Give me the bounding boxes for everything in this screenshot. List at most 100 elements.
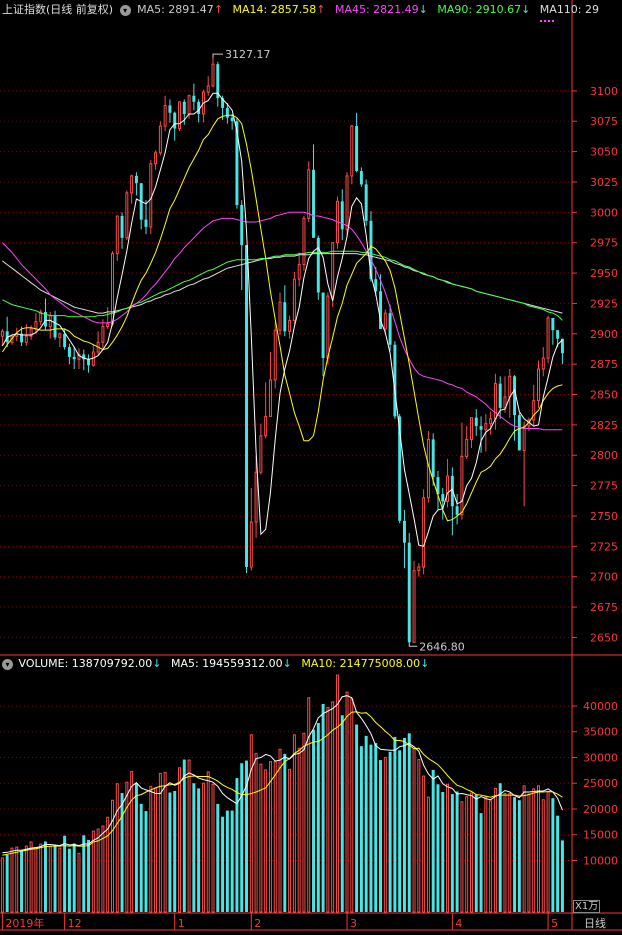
candle-body <box>297 264 301 280</box>
volume-bar <box>316 722 320 912</box>
candle-body <box>0 330 4 337</box>
candle-body <box>168 105 172 113</box>
volume-bar <box>43 841 47 912</box>
volume-bar <box>469 792 473 913</box>
indicator-vol-ma10: MA10: 214775008.00↓ <box>301 657 429 670</box>
volume-tick-label: 25000 <box>583 777 618 790</box>
volume-bar <box>29 841 33 913</box>
volume-bar <box>474 794 478 912</box>
chart-title[interactable]: 上证指数(日线 前复权) <box>2 3 113 16</box>
volume-tick-label: 30000 <box>583 751 618 764</box>
candle-body <box>455 506 459 515</box>
volume-unit-label: X1万 <box>573 900 601 913</box>
candle-body <box>417 566 421 572</box>
candle-body <box>249 521 253 568</box>
candle-body <box>302 217 306 266</box>
price-tick-label: 2800 <box>590 449 618 462</box>
candle-body <box>230 117 234 122</box>
candle-body <box>422 497 426 568</box>
candlestick-series <box>0 58 564 643</box>
volume-bar <box>297 747 301 913</box>
volume-bar <box>259 763 263 913</box>
moving-average-lines <box>1 92 563 547</box>
volume-bar <box>307 697 311 913</box>
candle-body <box>134 175 138 184</box>
price-tick-label: 3100 <box>590 85 618 98</box>
candle-body <box>446 475 450 502</box>
volume-bar <box>149 785 153 913</box>
volume-bar <box>63 835 67 912</box>
candle-body <box>489 418 493 425</box>
candle-body <box>541 357 545 370</box>
candle-body <box>144 219 148 227</box>
volume-tick-label: 35000 <box>583 726 618 739</box>
volume-bar <box>225 810 229 912</box>
candle-body <box>383 312 387 330</box>
candle-body <box>364 184 368 221</box>
volume-bar <box>230 810 234 912</box>
volume-bar <box>0 857 4 913</box>
candle-body <box>460 455 464 516</box>
volume-bar <box>369 744 373 912</box>
indicator-volume: VOLUME: 138709792.00↓ <box>19 657 162 670</box>
volume-bar <box>163 771 167 913</box>
price-tick-label: 3025 <box>590 176 618 189</box>
volume-bar <box>34 847 38 913</box>
candle-body <box>345 175 349 230</box>
date-tick-label: 5 <box>551 917 558 930</box>
volume-tick-label: 10000 <box>583 854 618 867</box>
ma45-line <box>2 211 563 431</box>
volume-bar <box>268 761 272 913</box>
volume-bar <box>216 803 220 912</box>
date-tick-label: 1 <box>178 917 185 930</box>
volume-bar <box>422 775 426 913</box>
volume-bar <box>91 830 95 913</box>
volume-bar <box>111 799 114 913</box>
volume-bar <box>412 748 416 913</box>
candle-body <box>288 319 292 332</box>
volume-bar <box>120 793 124 912</box>
candle-body <box>402 520 406 543</box>
candle-body <box>307 169 311 219</box>
volume-bar <box>187 759 191 913</box>
volume-bar <box>460 801 464 913</box>
ma45-arrow: ↓ <box>418 3 428 16</box>
volume-bar <box>513 797 517 912</box>
volume-bar <box>417 759 421 913</box>
volume-bar <box>541 799 545 913</box>
ma5-arrow: ↑ <box>213 3 224 16</box>
volume-bar <box>82 835 86 912</box>
volume-bar <box>20 850 24 912</box>
volume-bar <box>58 847 62 913</box>
dropdown-icon[interactable]: ▾ <box>119 4 131 16</box>
volume-bar <box>235 778 239 912</box>
low-label: 2646.80 <box>419 640 465 653</box>
volume-bar <box>340 715 344 912</box>
candle-body <box>259 435 263 473</box>
candle-body <box>63 333 67 348</box>
candle-body <box>283 302 287 332</box>
volume-bar <box>527 793 531 913</box>
price-tick-label: 3050 <box>590 146 618 159</box>
candle-body <box>34 321 38 330</box>
volume-bar <box>498 783 502 912</box>
price-tick-label: 2825 <box>590 419 618 432</box>
volume-bar <box>388 751 392 912</box>
volume-bar <box>192 783 196 912</box>
price-tick-label: 2975 <box>590 237 618 250</box>
volume-bar <box>312 729 316 912</box>
price-tick-label: 2775 <box>590 480 618 493</box>
volume-value: VOLUME: 138709792.00 <box>18 657 153 670</box>
volume-tick-label: 20000 <box>583 803 618 816</box>
kline-chart[interactable]: 3100 3075 3050 3025 3000 2975 2950 2925 2900 2875… <box>0 0 622 935</box>
period-label[interactable]: 日线 <box>584 917 606 931</box>
volume-bar <box>273 761 277 913</box>
candle-body <box>326 295 330 359</box>
candle-body <box>178 101 181 130</box>
price-tick-label: 2725 <box>590 540 618 553</box>
candle-body <box>412 570 416 643</box>
volume-bar <box>154 787 158 913</box>
volume-bar <box>302 732 306 913</box>
volume-dropdown-icon[interactable]: ▾ <box>2 658 13 670</box>
volume-bar <box>345 691 349 913</box>
